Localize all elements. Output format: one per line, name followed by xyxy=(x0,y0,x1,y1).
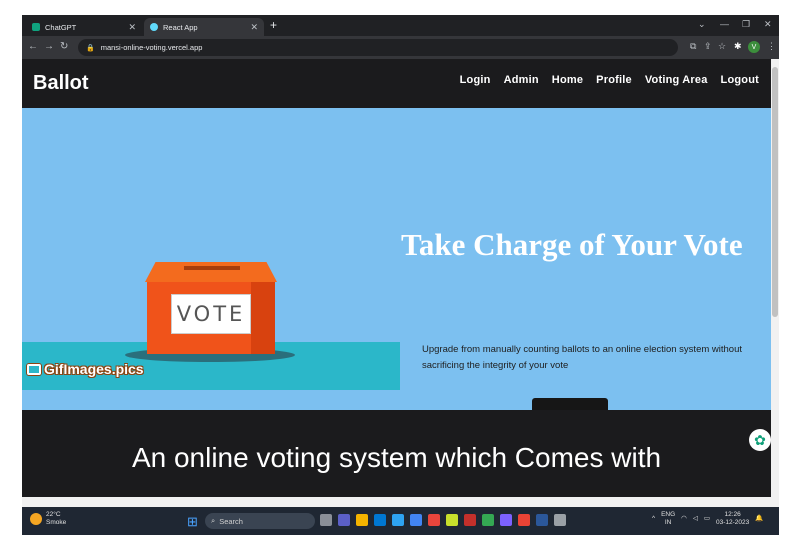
weather-temp: 22°C xyxy=(46,511,61,518)
lock-icon: 🔒 xyxy=(86,44,95,52)
back-icon[interactable]: ← xyxy=(28,41,38,52)
profile-avatar[interactable]: V xyxy=(748,41,760,53)
nav-profile[interactable]: Profile xyxy=(596,74,632,86)
weather-desc: Smoke xyxy=(46,519,67,526)
tab-title: React App xyxy=(163,22,198,32)
battery-icon[interactable]: ▭ xyxy=(704,515,710,523)
lang-code: ENG xyxy=(661,511,676,518)
nav-voting-area[interactable]: Voting Area xyxy=(645,74,708,86)
window-close-icon[interactable]: ✕ xyxy=(764,19,772,30)
nav-admin[interactable]: Admin xyxy=(504,74,539,86)
volume-icon[interactable]: ◁ xyxy=(693,515,698,523)
nav-links: Login Admin Home Profile Voting Area Log… xyxy=(460,74,759,86)
play-icon xyxy=(27,363,41,375)
store-icon[interactable] xyxy=(410,514,422,526)
ballot-label: VOTE xyxy=(171,294,251,334)
hero-subtext: Upgrade from manually counting ballots t… xyxy=(422,344,743,371)
chatbot-icon[interactable]: ✿ xyxy=(749,429,771,451)
scrollbar-thumb[interactable] xyxy=(772,67,778,317)
clock[interactable]: 12:26 03-12-2023 xyxy=(716,511,749,527)
page-viewport: Ballot Login Admin Home Profile Voting A… xyxy=(22,59,779,509)
nav-login[interactable]: Login xyxy=(460,74,491,86)
hero-section: VOTE GifImages.pics Take Charge of Your … xyxy=(22,108,771,450)
ballot-box-lid xyxy=(145,262,277,282)
wifi-icon[interactable]: ◠ xyxy=(681,515,687,523)
tab-search-icon[interactable]: ⌄ xyxy=(698,19,706,30)
restore-icon[interactable]: ❐ xyxy=(742,19,750,30)
weather-widget[interactable]: 22°C Smoke xyxy=(30,511,66,527)
nav-logout[interactable]: Logout xyxy=(721,74,759,86)
screenshot: ChatGPT ✕ React App ✕ + ⌄ — ❐ ✕ ← → ↻ 🔒 … xyxy=(0,0,799,549)
nav-home[interactable]: Home xyxy=(552,74,583,86)
tray-overflow-icon[interactable]: ^ xyxy=(652,515,655,523)
clock-date: 03-12-2023 xyxy=(715,519,750,526)
app-icon[interactable] xyxy=(554,514,566,526)
horizontal-scrollbar[interactable] xyxy=(22,497,779,507)
chatgpt-favicon-icon xyxy=(32,23,40,31)
brave-icon[interactable] xyxy=(428,514,440,526)
reload-icon[interactable]: ↻ xyxy=(60,41,68,52)
system-tray: ^ ENG IN ◠ ◁ ▭ 12:26 03-12-2023 🔔 xyxy=(652,511,763,527)
address-bar[interactable]: 🔒 mansi-online-voting.vercel.app xyxy=(78,39,678,56)
address-text: mansi-online-voting.vercel.app xyxy=(100,43,203,52)
extensions-icon[interactable]: ✱ xyxy=(734,41,742,52)
app-icon[interactable] xyxy=(500,514,512,526)
pinned-apps xyxy=(320,514,566,526)
watermark: GifImages.pics xyxy=(27,361,144,377)
mcafee-icon[interactable] xyxy=(464,514,476,526)
tab-chatgpt[interactable]: ChatGPT ✕ xyxy=(26,18,142,36)
hero-headline: Take Charge of Your Vote xyxy=(401,227,743,262)
ballot-box-illustration: VOTE GifImages.pics xyxy=(22,108,400,390)
tab-title: ChatGPT xyxy=(45,22,77,32)
teams-icon[interactable] xyxy=(338,514,350,526)
site-navbar: Ballot Login Admin Home Profile Voting A… xyxy=(22,59,771,108)
bookmark-star-icon[interactable]: ☆ xyxy=(718,41,726,52)
notifications-icon[interactable]: 🔔 xyxy=(755,515,763,523)
menu-kebab-icon[interactable]: ⋮ xyxy=(767,41,776,52)
weather-icon xyxy=(30,513,42,525)
forward-icon[interactable]: → xyxy=(44,41,54,52)
windows-start-icon[interactable]: ⊞ xyxy=(187,514,198,530)
language-indicator[interactable]: ENG IN xyxy=(661,511,675,527)
brand-logo[interactable]: Ballot xyxy=(33,72,89,95)
minimize-icon[interactable]: — xyxy=(720,19,729,29)
edge-icon[interactable] xyxy=(392,514,404,526)
word-icon[interactable] xyxy=(536,514,548,526)
new-tab-button[interactable]: + xyxy=(270,18,277,32)
features-section: An online voting system which Comes with… xyxy=(22,410,771,509)
chrome-profile-icon[interactable] xyxy=(518,514,530,526)
search-icon: ⌕ xyxy=(211,516,216,525)
taskbar-search[interactable]: ⌕ Search xyxy=(205,513,315,529)
install-icon[interactable]: ⧉ xyxy=(690,41,696,52)
browser-tabstrip: ChatGPT ✕ React App ✕ + ⌄ — ❐ ✕ xyxy=(22,15,779,36)
share-icon[interactable]: ⇪ xyxy=(704,41,712,52)
mail-icon[interactable] xyxy=(374,514,386,526)
ballot-slot xyxy=(184,266,240,270)
ballot-box-side xyxy=(251,282,275,354)
task-view-icon[interactable] xyxy=(320,514,332,526)
chrome-canary-icon[interactable] xyxy=(446,514,458,526)
vertical-scrollbar[interactable] xyxy=(771,59,779,509)
tab-react-app[interactable]: React App ✕ xyxy=(144,18,264,36)
clock-time: 12:26 xyxy=(724,511,741,518)
search-label: Search xyxy=(219,516,243,526)
react-favicon-icon xyxy=(150,23,158,31)
close-tab-icon[interactable]: ✕ xyxy=(128,22,136,33)
browser-toolbar: ← → ↻ 🔒 mansi-online-voting.vercel.app ⧉… xyxy=(22,36,779,59)
watermark-text: GifImages.pics xyxy=(44,361,144,377)
features-heading: An online voting system which Comes with xyxy=(131,442,662,473)
chrome-icon[interactable] xyxy=(482,514,494,526)
file-explorer-icon[interactable] xyxy=(356,514,368,526)
lang-region: IN xyxy=(664,519,672,526)
close-tab-icon[interactable]: ✕ xyxy=(250,22,258,33)
windows-taskbar: 22°C Smoke ⊞ ⌕ Search ^ ENG IN ◠ ◁ ▭ 12:… xyxy=(22,507,779,535)
